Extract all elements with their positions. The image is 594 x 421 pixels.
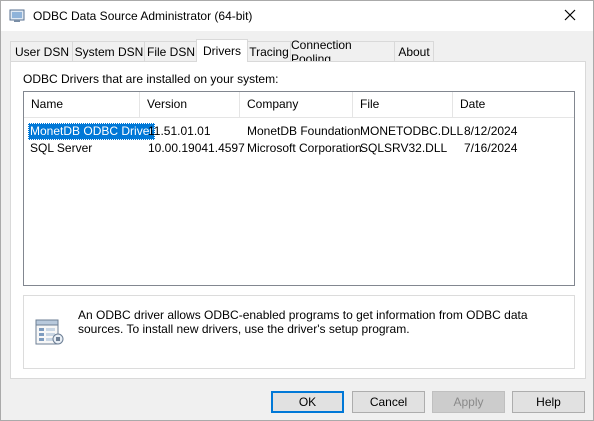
driver-file: SQLSRV32.DLL: [360, 141, 448, 155]
driver-name: MonetDB ODBC Driver: [28, 123, 156, 140]
odbc-admin-window: ODBC Data Source Administrator (64-bit) …: [0, 0, 594, 421]
column-header-company[interactable]: Company: [240, 92, 353, 117]
window-title: ODBC Data Source Administrator (64-bit): [33, 9, 253, 23]
drivers-list[interactable]: Name Version Company File Date MonetDB O…: [23, 91, 575, 286]
column-header-name[interactable]: Name: [24, 92, 140, 117]
help-button[interactable]: Help: [512, 391, 585, 413]
title-bar: ODBC Data Source Administrator (64-bit): [1, 1, 593, 31]
close-icon: [564, 9, 576, 24]
column-header-version[interactable]: Version: [140, 92, 240, 117]
driver-version: 11.51.01.01: [148, 124, 211, 138]
column-header-date[interactable]: Date: [453, 92, 574, 117]
driver-version: 10.00.19041.4597: [148, 141, 245, 155]
tab-drivers[interactable]: Drivers: [196, 39, 248, 62]
driver-name: SQL Server: [30, 141, 93, 155]
list-item[interactable]: SQL Server 10.00.19041.4597 Microsoft Co…: [24, 140, 574, 157]
odbc-app-icon: [9, 8, 25, 24]
tab-connection-pooling[interactable]: Connection Pooling: [290, 38, 396, 66]
ok-button[interactable]: OK: [271, 391, 344, 413]
info-box: An ODBC driver allows ODBC-enabled progr…: [23, 295, 575, 369]
tab-tracing[interactable]: Tracing: [246, 41, 292, 61]
drivers-list-label: ODBC Drivers that are installed on your …: [23, 72, 279, 86]
tab-user-dsn[interactable]: User DSN: [10, 41, 74, 61]
tab-strip: User DSN System DSN File DSN Drivers Tra…: [10, 38, 584, 66]
column-header-file[interactable]: File: [353, 92, 453, 117]
driver-company: Microsoft Corporation: [247, 141, 362, 155]
driver-date: 8/12/2024: [464, 124, 518, 138]
close-button[interactable]: [547, 1, 593, 31]
tab-system-dsn[interactable]: System DSN: [72, 41, 146, 61]
drivers-panel: ODBC Drivers that are installed on your …: [10, 61, 586, 379]
cancel-button[interactable]: Cancel: [352, 391, 425, 413]
driver-file: MONETODBC.DLL: [360, 124, 464, 138]
driver-company: MonetDB Foundation: [247, 124, 361, 138]
driver-date: 7/16/2024: [464, 141, 518, 155]
apply-button: Apply: [432, 391, 505, 413]
tab-file-dsn[interactable]: File DSN: [144, 41, 198, 61]
odbc-driver-icon: [33, 315, 65, 347]
list-item[interactable]: MonetDB ODBC Driver 11.51.01.01 MonetDB …: [24, 123, 574, 140]
list-header: Name Version Company File Date: [24, 92, 574, 118]
tab-about[interactable]: About: [394, 41, 434, 61]
info-description: An ODBC driver allows ODBC-enabled progr…: [78, 308, 528, 336]
